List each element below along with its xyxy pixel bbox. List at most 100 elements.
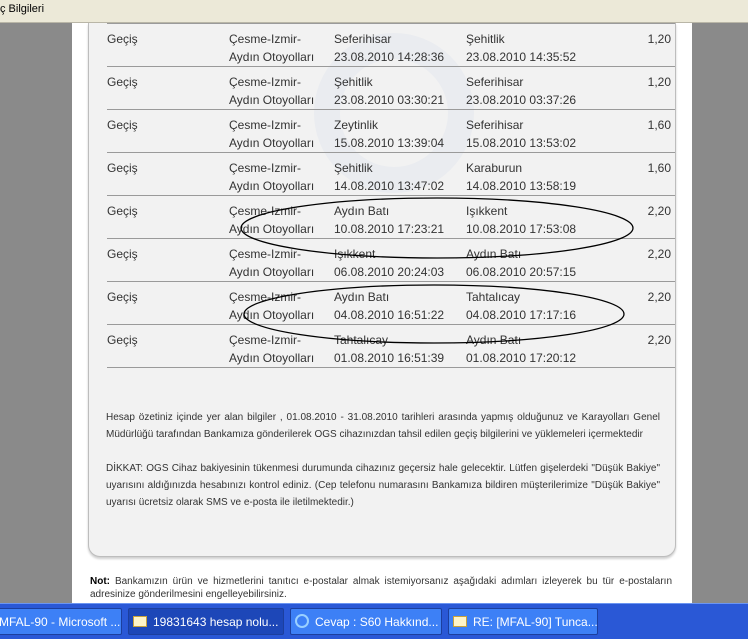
operator-cell: Çesme-Izmir- Aydın Otoyolları bbox=[229, 153, 334, 196]
entry-cell-entry-time: 10.08.2010 17:23:21 bbox=[334, 222, 445, 236]
transaction-type: Geçiş bbox=[107, 196, 229, 239]
exit-cell-exit-point: Seferihisar bbox=[466, 118, 524, 132]
entry-cell-entry-time: 15.08.2010 13:39:04 bbox=[334, 136, 445, 150]
browser-background-left bbox=[0, 23, 72, 602]
exit-cell-exit-time: 01.08.2010 17:20:12 bbox=[466, 351, 577, 365]
amount-cell: 2,20 bbox=[611, 325, 675, 368]
entry-cell-entry-time: 06.08.2010 20:24:03 bbox=[334, 265, 445, 279]
amount-cell-amount: 2,20 bbox=[647, 290, 671, 304]
entry-cell-entry-time: 04.08.2010 16:51:22 bbox=[334, 308, 445, 322]
operator-cell-operator-line2: Aydın Otoyolları bbox=[229, 222, 315, 236]
taskbar-item-label: RE: [MFAL-90] Tunca... bbox=[473, 615, 598, 629]
entry-cell: Şehitlik 23.08.2010 03:30:21 bbox=[334, 67, 466, 110]
exit-cell-exit-time: 23.08.2010 03:37:26 bbox=[466, 93, 577, 107]
exit-cell: Tahtalıcay 04.08.2010 17:17:16 bbox=[466, 282, 611, 325]
operator-cell-operator-line2: Aydın Otoyolları bbox=[229, 308, 315, 322]
exit-cell-exit-point: Seferihisar bbox=[466, 75, 524, 89]
amount-cell-amount: 1,60 bbox=[647, 161, 671, 175]
taskbar-item-browser[interactable]: Cevap : S60 Hakkınd... bbox=[290, 608, 442, 635]
operator-cell-operator-line1: Çesme-Izmir- bbox=[229, 161, 301, 175]
table-row: Geçiş Çesme-Izmir- Aydın Otoyolları Seferih… bbox=[107, 23, 675, 67]
amount-cell: 2,20 bbox=[611, 196, 675, 239]
entry-cell-entry-point: Tahtalıcay bbox=[334, 333, 389, 347]
transaction-type-type: Geçiş bbox=[107, 75, 138, 89]
operator-cell-operator-line1: Çesme-Izmir- bbox=[229, 118, 301, 132]
operator-cell-operator-line2: Aydın Otoyolları bbox=[229, 93, 315, 107]
taskbar-item-label: 19831643 hesap nolu... bbox=[153, 615, 279, 629]
amount-cell: 1,20 bbox=[611, 67, 675, 110]
taskbar-item-mail-statement[interactable]: 19831643 hesap nolu... bbox=[128, 608, 284, 635]
exit-cell-exit-time: 15.08.2010 13:53:02 bbox=[466, 136, 577, 150]
operator-cell-operator-line2: Aydın Otoyolları bbox=[229, 351, 315, 365]
exit-cell: Aydın Batı 06.08.2010 20:57:15 bbox=[466, 239, 611, 282]
entry-cell-entry-point: Şehitlik bbox=[334, 161, 373, 175]
operator-cell-operator-line2: Aydın Otoyolları bbox=[229, 265, 315, 279]
table-row: Geçiş Çesme-Izmir- Aydın Otoyolları Aydın B… bbox=[107, 196, 675, 239]
entry-cell-entry-time: 01.08.2010 16:51:39 bbox=[334, 351, 445, 365]
operator-cell-operator-line1: Çesme-Izmir- bbox=[229, 204, 301, 218]
exit-cell-exit-time: 23.08.2010 14:35:52 bbox=[466, 50, 577, 64]
amount-cell-amount: 1,20 bbox=[647, 32, 671, 46]
browser-background-right bbox=[692, 23, 748, 602]
transaction-type-type: Geçiş bbox=[107, 161, 138, 175]
operator-cell: Çesme-Izmir- Aydın Otoyolları bbox=[229, 282, 334, 325]
entry-cell: Aydın Batı 04.08.2010 16:51:22 bbox=[334, 282, 466, 325]
table-row: Geçiş Çesme-Izmir- Aydın Otoyolları Şehitli… bbox=[107, 153, 675, 196]
entry-cell: Aydın Batı 10.08.2010 17:23:21 bbox=[334, 196, 466, 239]
exit-cell-exit-time: 06.08.2010 20:57:15 bbox=[466, 265, 577, 279]
amount-cell-amount: 2,20 bbox=[647, 247, 671, 261]
operator-cell-operator-line1: Çesme-Izmir- bbox=[229, 32, 301, 46]
operator-cell-operator-line1: Çesme-Izmir- bbox=[229, 247, 301, 261]
operator-cell: Çesme-Izmir- Aydın Otoyolları bbox=[229, 67, 334, 110]
entry-cell: Zeytinlik 15.08.2010 13:39:04 bbox=[334, 110, 466, 153]
operator-cell: Çesme-Izmir- Aydın Otoyolları bbox=[229, 239, 334, 282]
exit-cell-exit-point: Karaburun bbox=[466, 161, 523, 175]
taskbar-item-label: MFAL-90 - Microsoft ... bbox=[0, 615, 121, 629]
summary-note: Hesap özetiniz içinde yer alan bilgiler … bbox=[106, 412, 660, 440]
amount-cell-amount: 2,20 bbox=[647, 204, 671, 218]
taskbar-item-word[interactable]: MFAL-90 - Microsoft ... bbox=[0, 608, 122, 635]
taskbar-item-label: Cevap : S60 Hakkınd... bbox=[315, 615, 439, 629]
exit-cell: Seferihisar 15.08.2010 13:53:02 bbox=[466, 110, 611, 153]
operator-cell-operator-line1: Çesme-Izmir- bbox=[229, 75, 301, 89]
window-title-bar: ç Bilgileri bbox=[0, 0, 748, 23]
operator-cell-operator-line1: Çesme-Izmir- bbox=[229, 290, 301, 304]
entry-cell-entry-time: 23.08.2010 14:28:36 bbox=[334, 50, 445, 64]
statement-notes: Hesap özetiniz içinde yer alan bilgiler … bbox=[106, 409, 660, 528]
operator-cell: Çesme-Izmir- Aydın Otoyolları bbox=[229, 110, 334, 153]
unsubscribe-note: Not: Bankamızın ürün ve hizmetlerini tan… bbox=[90, 575, 672, 601]
exit-cell: Aydın Batı 01.08.2010 17:20:12 bbox=[466, 325, 611, 368]
amount-cell-amount: 1,60 bbox=[647, 118, 671, 132]
window-title: ç Bilgileri bbox=[0, 3, 45, 15]
table-row: Geçiş Çesme-Izmir- Aydın Otoyolları Işıkken… bbox=[107, 239, 675, 282]
entry-cell-entry-point: Aydın Batı bbox=[334, 204, 390, 218]
transaction-type-type: Geçiş bbox=[107, 118, 138, 132]
exit-cell-exit-point: Aydın Batı bbox=[466, 247, 522, 261]
operator-cell-operator-line2: Aydın Otoyolları bbox=[229, 136, 315, 150]
transaction-type-type: Geçiş bbox=[107, 32, 138, 46]
amount-cell: 1,60 bbox=[611, 110, 675, 153]
entry-cell: Seferihisar 23.08.2010 14:28:36 bbox=[334, 24, 466, 67]
amount-cell: 2,20 bbox=[611, 282, 675, 325]
exit-cell-exit-point: Işıkkent bbox=[466, 204, 508, 218]
operator-cell-operator-line1: Çesme-Izmir- bbox=[229, 333, 301, 347]
amount-cell: 2,20 bbox=[611, 239, 675, 282]
table-row: Geçiş Çesme-Izmir- Aydın Otoyolları Zeytinl… bbox=[107, 110, 675, 153]
statement-page: Geçiş Çesme-Izmir- Aydın Otoyolları Seferih… bbox=[72, 23, 692, 603]
entry-cell: Işıkkent 06.08.2010 20:24:03 bbox=[334, 239, 466, 282]
transaction-type: Geçiş bbox=[107, 24, 229, 67]
transaction-type-type: Geçiş bbox=[107, 333, 138, 347]
transaction-type-type: Geçiş bbox=[107, 290, 138, 304]
transaction-type: Geçiş bbox=[107, 325, 229, 368]
operator-cell: Çesme-Izmir- Aydın Otoyolları bbox=[229, 24, 334, 67]
taskbar-item-mail-reply[interactable]: RE: [MFAL-90] Tunca... bbox=[448, 608, 598, 635]
ie-icon bbox=[295, 614, 309, 628]
exit-cell-exit-time: 14.08.2010 13:58:19 bbox=[466, 179, 577, 193]
transaction-type: Geçiş bbox=[107, 239, 229, 282]
note-text: Bankamızın ürün ve hizmetlerini tanıtıcı… bbox=[90, 576, 673, 600]
exit-cell: Şehitlik 23.08.2010 14:35:52 bbox=[466, 24, 611, 67]
transaction-type: Geçiş bbox=[107, 110, 229, 153]
entry-cell-entry-point: Işıkkent bbox=[334, 247, 376, 261]
table-row: Geçiş Çesme-Izmir- Aydın Otoyolları Aydın B… bbox=[107, 282, 675, 325]
entry-cell-entry-time: 23.08.2010 03:30:21 bbox=[334, 93, 445, 107]
